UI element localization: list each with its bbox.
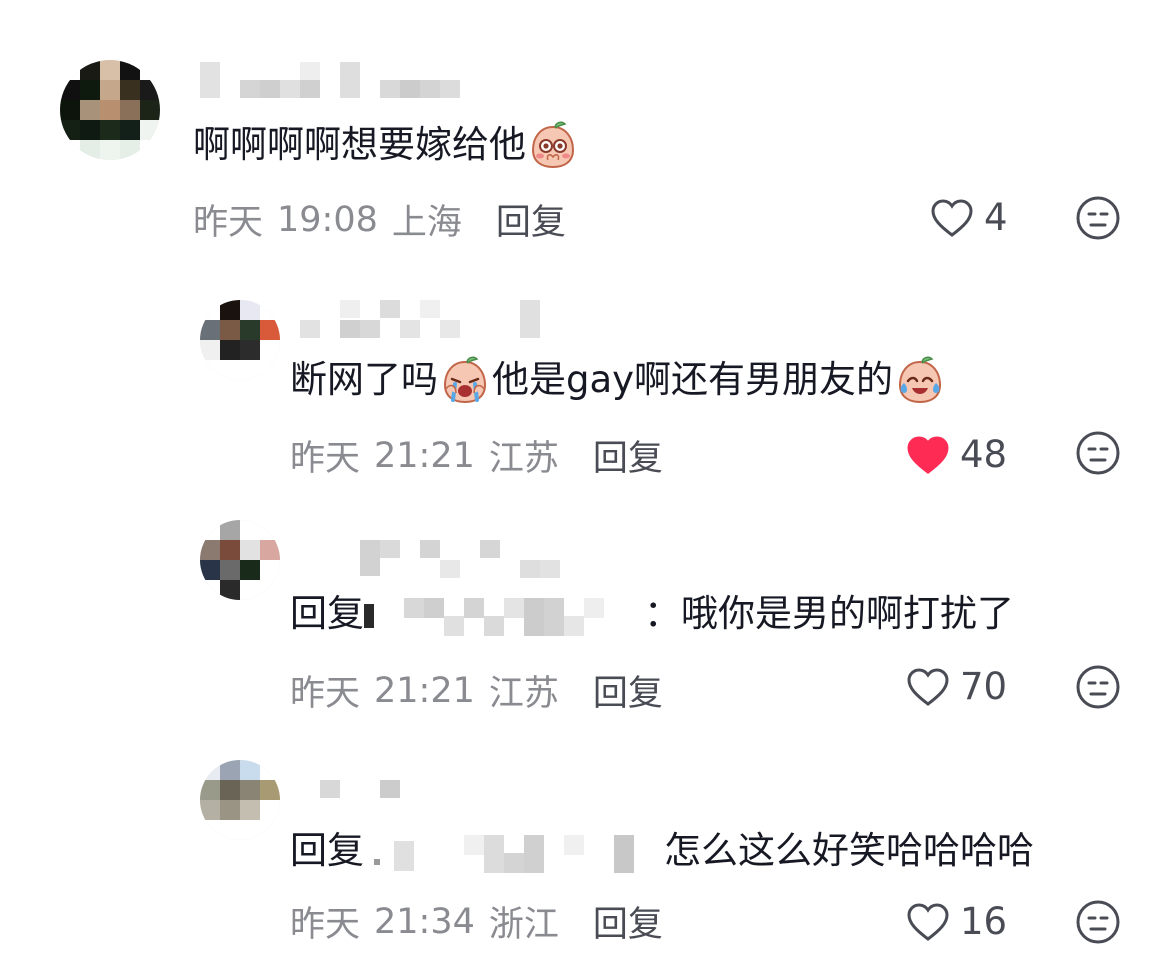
comment-text-part: 断网了吗	[290, 358, 438, 401]
heart-outline-icon	[931, 198, 973, 237]
comment-text: 回复 怎么这么好笑哈哈哈哈	[290, 826, 1034, 876]
comment-item: 啊啊啊啊想要嫁给他 昨天 19:08 上海 回复 4	[0, 0, 1170, 260]
like-button[interactable]: 48	[906, 433, 1007, 476]
username-blurred[interactable]	[300, 520, 560, 578]
comment-location: 上海	[391, 203, 462, 243]
comment-time: 19:08	[277, 199, 378, 240]
comment-date: 昨天	[290, 674, 361, 714]
comment-meta: 昨天 21:21 江苏 回复	[290, 665, 663, 716]
crying-face-emoji	[443, 356, 487, 404]
blushing-face-emoji	[531, 121, 575, 169]
dislike-face-icon[interactable]	[1075, 664, 1121, 710]
comment-time: 21:21	[374, 435, 475, 476]
comment-text-content: 啊啊啊啊想要嫁给他	[193, 123, 526, 166]
reply-button[interactable]: 回复	[593, 430, 663, 481]
comment-location: 江苏	[488, 439, 559, 479]
comment-date: 昨天	[290, 439, 361, 479]
comment-date: 昨天	[290, 905, 361, 945]
heart-outline-icon	[907, 667, 949, 706]
like-button[interactable]: 70	[906, 665, 1007, 708]
comment-meta: 昨天 19:08 上海 回复	[193, 194, 566, 245]
reply-item: 回复 ：哦你是男的啊打扰了 昨天 21:21 江苏 回复 70	[0, 515, 1170, 725]
reply-prefix: 回复	[290, 592, 364, 635]
comment-meta: 昨天 21:34 浙江 回复	[290, 896, 663, 947]
username-blurred[interactable]	[300, 300, 560, 338]
reply-button[interactable]: 回复	[496, 194, 566, 245]
mention-blurred[interactable]	[364, 829, 664, 873]
comment-date: 昨天	[193, 203, 264, 243]
reply-prefix: 回复	[290, 829, 364, 872]
heart-outline-icon	[907, 902, 949, 941]
comment-text: 啊啊啊啊想要嫁给他	[193, 120, 580, 170]
like-count: 4	[984, 196, 1008, 239]
comment-text: 回复 ：哦你是男的啊打扰了	[290, 589, 1014, 639]
comment-location: 浙江	[488, 905, 559, 945]
comment-location: 江苏	[488, 674, 559, 714]
like-count: 70	[960, 665, 1008, 708]
avatar[interactable]	[60, 60, 160, 160]
like-count: 16	[960, 900, 1008, 943]
comment-text-part: 他是gay啊还有男朋友的	[492, 358, 894, 401]
dislike-face-icon[interactable]	[1075, 899, 1121, 945]
dislike-face-icon[interactable]	[1075, 430, 1121, 476]
username-blurred[interactable]	[200, 60, 460, 98]
reply-button[interactable]: 回复	[593, 896, 663, 947]
comment-time: 21:34	[374, 901, 475, 942]
comment-text-content: ：哦你是男的啊打扰了	[644, 592, 1014, 635]
laughing-crying-face-emoji	[899, 356, 942, 404]
like-button[interactable]: 4	[930, 196, 1008, 239]
like-count: 48	[960, 433, 1008, 476]
reply-button[interactable]: 回复	[593, 665, 663, 716]
comment-time: 21:21	[374, 670, 475, 711]
avatar[interactable]	[200, 760, 280, 840]
dislike-face-icon[interactable]	[1075, 195, 1121, 241]
comment-text-content: 怎么这么好笑哈哈哈哈	[664, 829, 1034, 872]
comment-text: 断网了吗 他是gay啊还有男朋友的	[290, 355, 947, 405]
mention-blurred[interactable]	[364, 592, 644, 636]
heart-filled-icon	[907, 435, 949, 474]
avatar[interactable]	[200, 520, 280, 600]
like-button[interactable]: 16	[906, 900, 1007, 943]
comment-meta: 昨天 21:21 江苏 回复	[290, 430, 663, 481]
reply-item: 断网了吗 他是gay啊还有男朋友的 昨天 21:21 江苏 回复 48	[0, 290, 1170, 490]
reply-item: 回复 怎么这么好笑哈哈哈哈 昨天 21:34 浙江 回复 16	[0, 750, 1170, 967]
username-blurred[interactable]	[300, 780, 420, 816]
avatar[interactable]	[200, 300, 280, 380]
